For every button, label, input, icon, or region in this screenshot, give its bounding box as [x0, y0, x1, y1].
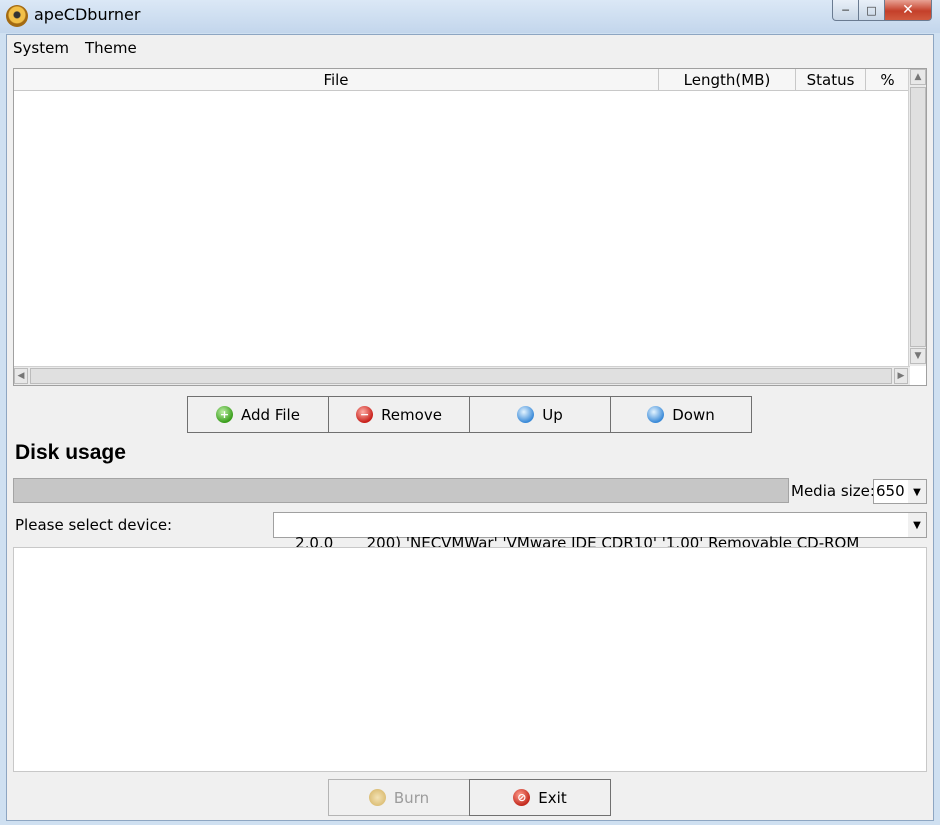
scroll-right-arrow-icon[interactable]: ▶ [894, 368, 908, 384]
burn-disc-icon [368, 789, 386, 806]
chevron-down-icon[interactable]: ▼ [908, 513, 926, 537]
window-title: apeCDburner [34, 5, 141, 24]
scroll-left-arrow-icon[interactable]: ◀ [14, 368, 28, 384]
device-select[interactable]: 2,0,0 200) 'NECVMWar' 'VMware IDE CDR10'… [273, 512, 927, 552]
close-button[interactable]: ✕ [885, 0, 932, 21]
remove-icon: − [356, 406, 374, 423]
media-size-select[interactable]: 650 ▼ [873, 479, 927, 504]
media-size-label: Media size: [791, 482, 875, 500]
scroll-down-arrow-icon[interactable]: ▼ [910, 348, 926, 364]
window-controls: ─ □ ✕ [832, 0, 932, 22]
add-icon: + [216, 406, 234, 423]
log-output-area[interactable] [13, 547, 927, 772]
column-header-percent[interactable]: % [866, 69, 910, 91]
exit-icon: ⊘ [513, 789, 531, 806]
chevron-down-icon[interactable]: ▼ [908, 480, 926, 503]
maximize-button[interactable]: □ [859, 0, 885, 21]
disk-usage-progress-bar [13, 478, 789, 503]
disk-usage-heading: Disk usage [15, 441, 126, 464]
vertical-scrollbar[interactable]: ▲ ▼ [908, 69, 926, 366]
column-header-length[interactable]: Length(MB) [659, 69, 796, 91]
device-select-label: Please select device: [15, 516, 173, 534]
down-icon [647, 406, 665, 423]
column-header-file[interactable]: File [14, 69, 659, 91]
vertical-scroll-thumb[interactable] [910, 87, 926, 347]
scroll-up-arrow-icon[interactable]: ▲ [910, 69, 926, 85]
up-button[interactable]: Up [469, 396, 611, 433]
app-icon [6, 5, 28, 27]
exit-button[interactable]: ⊘ Exit [469, 779, 611, 816]
title-bar: apeCDburner ─ □ ✕ [0, 0, 940, 33]
horizontal-scroll-thumb[interactable] [30, 368, 892, 384]
menu-system[interactable]: System [13, 39, 69, 57]
burn-label: Burn [393, 788, 430, 807]
media-size-value: 650 [876, 482, 905, 500]
menu-theme[interactable]: Theme [85, 39, 137, 57]
horizontal-scrollbar[interactable]: ◀ ▶ [14, 366, 910, 385]
up-label: Up [542, 405, 563, 424]
down-button[interactable]: Down [610, 396, 752, 433]
exit-label: Exit [538, 788, 567, 807]
down-label: Down [672, 405, 715, 424]
add-file-label: Add File [241, 405, 300, 424]
column-header-status[interactable]: Status [796, 69, 866, 91]
burn-button[interactable]: Burn [328, 779, 470, 816]
up-icon [517, 406, 535, 423]
file-list-table[interactable]: File Length(MB) Status % ▲ ▼ ◀ ▶ [13, 68, 927, 386]
minimize-button[interactable]: ─ [832, 0, 859, 21]
main-window: System Theme File Length(MB) Status % ▲ … [6, 34, 934, 821]
remove-label: Remove [381, 405, 442, 424]
menu-bar: System Theme [7, 35, 933, 61]
add-file-button[interactable]: + Add File [187, 396, 329, 433]
remove-button[interactable]: − Remove [328, 396, 470, 433]
